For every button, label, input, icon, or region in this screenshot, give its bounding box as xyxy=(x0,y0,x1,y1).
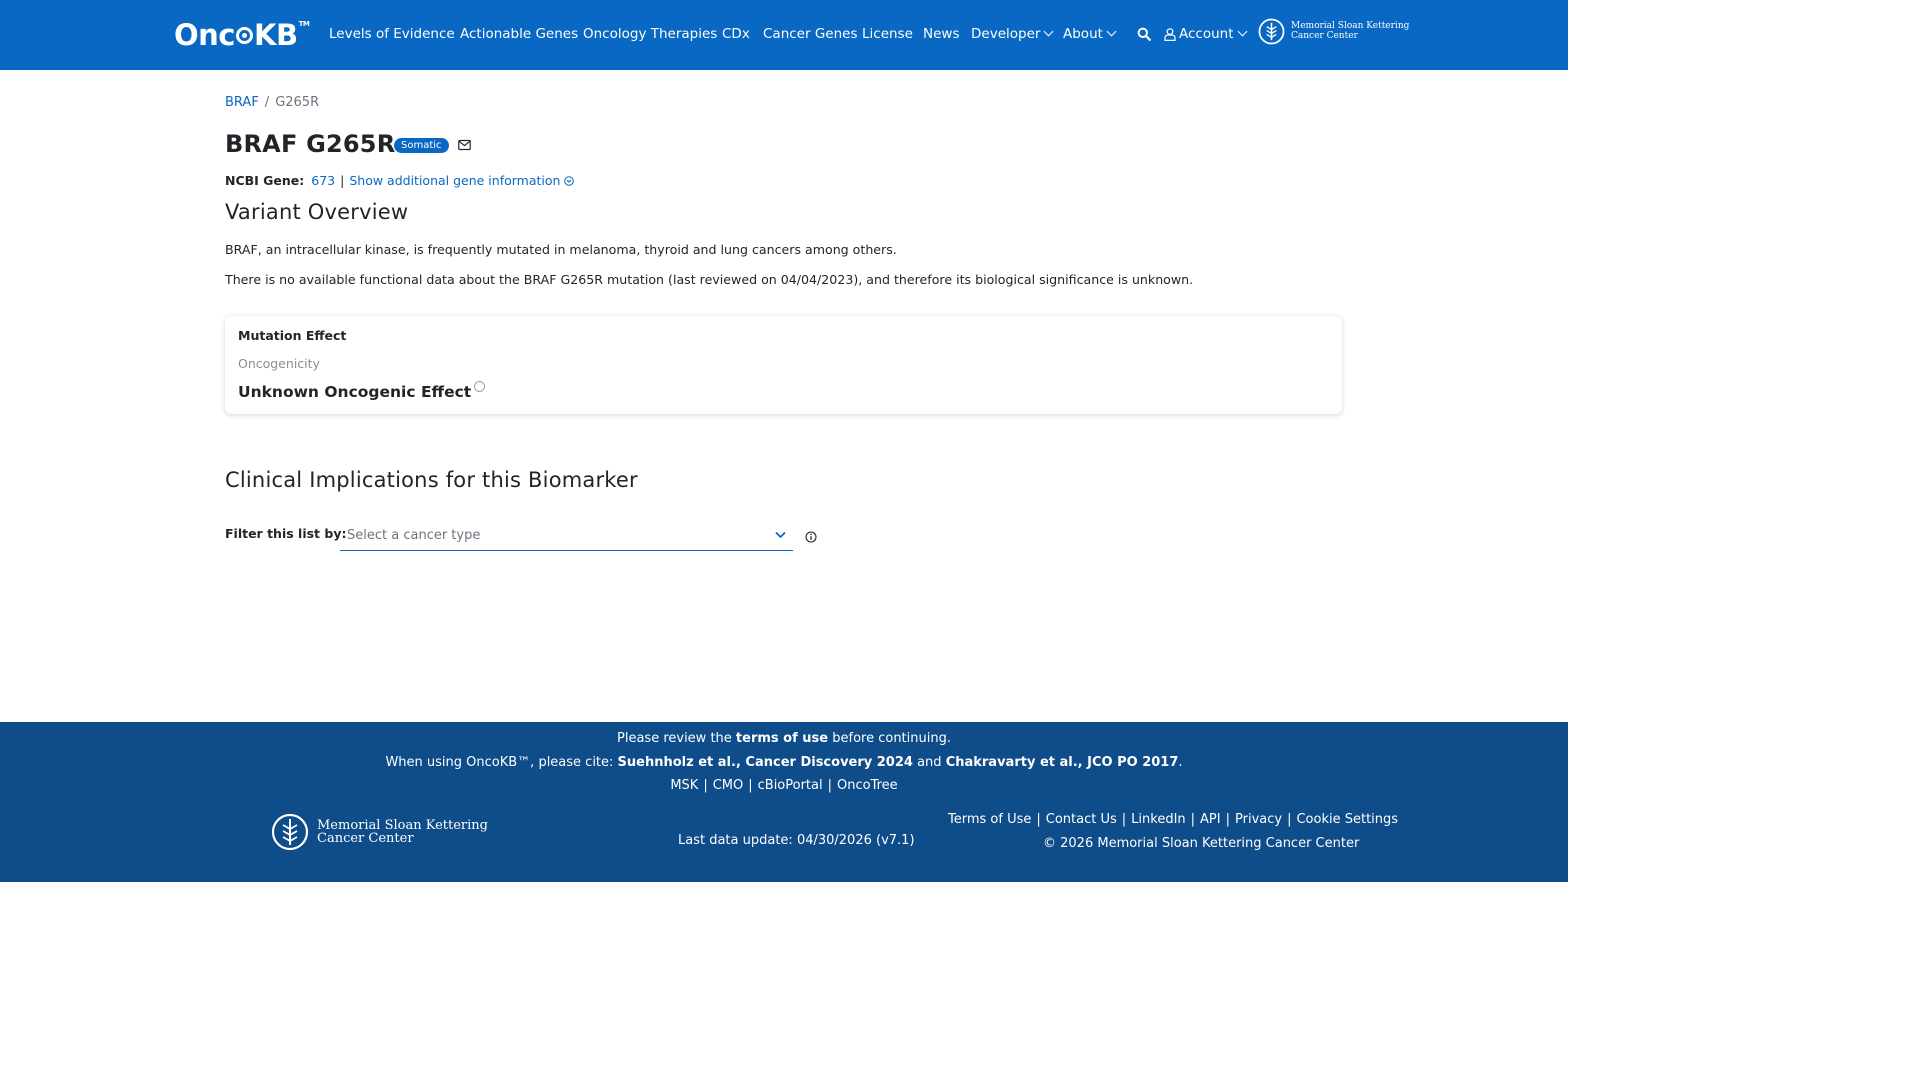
citation-pre: When using OncoKB™, please cite: xyxy=(385,755,618,770)
breadcrumb: BRAF / G265R xyxy=(225,95,319,110)
terms-notice-post: before continuing. xyxy=(828,731,951,746)
nav-levels-of-evidence[interactable]: Levels of Evidence xyxy=(329,25,455,43)
cancer-type-placeholder: Select a cancer type xyxy=(347,528,481,543)
citation-end: . xyxy=(1178,755,1183,770)
pipe-separator: | xyxy=(340,173,345,188)
logo-text-end: KB xyxy=(254,18,298,52)
filter-label: Filter this list by: xyxy=(225,526,347,541)
link-separator: | xyxy=(1287,812,1292,827)
msk-header-text: Memorial Sloan Kettering Cancer Center xyxy=(1291,21,1409,41)
chevron-down-icon xyxy=(1237,26,1247,37)
msk-footer-text: Memorial Sloan Kettering Cancer Center xyxy=(317,817,488,846)
clinical-implications-heading: Clinical Implications for this Biomarker xyxy=(225,468,638,492)
cancer-type-select[interactable]: Select a cancer type xyxy=(340,522,793,551)
link-separator: | xyxy=(703,778,708,793)
terms-notice: Please review the terms of use before co… xyxy=(0,731,1568,747)
search-icon[interactable] xyxy=(1137,27,1151,41)
overview-paragraph-2: There is no available functional data ab… xyxy=(225,272,1194,287)
citation-notice: When using OncoKB™, please cite: Suehnho… xyxy=(0,755,1568,771)
footer-privacy-link[interactable]: Privacy xyxy=(1235,812,1282,827)
link-separator: | xyxy=(1225,812,1230,827)
nav-about-dropdown[interactable]: About xyxy=(1063,25,1117,43)
breadcrumb-current: G265R xyxy=(275,95,320,110)
nav-oncology-therapies[interactable]: Oncology Therapies xyxy=(583,25,717,43)
msk-footer-line2: Cancer Center xyxy=(317,831,414,846)
msk-footer-line1: Memorial Sloan Kettering xyxy=(317,817,488,833)
nav-news[interactable]: News xyxy=(923,25,959,43)
breadcrumb-gene-link[interactable]: BRAF xyxy=(225,95,259,110)
nav-cdx[interactable]: CDx xyxy=(722,25,750,43)
oncogenicity-label: Oncogenicity xyxy=(238,356,320,371)
chevron-down-icon xyxy=(1043,26,1054,37)
copyright: © 2026 Memorial Sloan Kettering Cancer C… xyxy=(1043,836,1360,851)
footer-linkedin-link[interactable]: LinkedIn xyxy=(1131,812,1185,827)
footer-link-cbioportal[interactable]: cBioPortal xyxy=(758,778,823,793)
citation-and: and xyxy=(912,755,946,770)
footer: Please review the terms of use before co… xyxy=(0,722,1568,882)
msk-header-line2: Cancer Center xyxy=(1291,30,1358,41)
link-separator: | xyxy=(1121,812,1127,827)
nav-license[interactable]: License xyxy=(862,25,913,43)
nav-actionable-genes[interactable]: Actionable Genes xyxy=(460,25,578,43)
msk-footer-logo[interactable]: Memorial Sloan Kettering Cancer Center xyxy=(271,811,488,853)
breadcrumb-separator: / xyxy=(264,95,270,110)
oncogenicity-value-text: Unknown Oncogenic Effect xyxy=(238,383,472,401)
msk-header-logo[interactable]: Memorial Sloan Kettering Cancer Center xyxy=(1258,18,1409,45)
somatic-badge: Somatic xyxy=(394,138,449,153)
variant-overview-heading: Variant Overview xyxy=(225,200,409,224)
footer-contact-link[interactable]: Contact Us xyxy=(1046,812,1117,827)
link-separator: | xyxy=(827,778,832,793)
nav-account-label: Account xyxy=(1179,26,1234,42)
citation-link-1[interactable]: Suehnholz et al., Cancer Discovery 2024 xyxy=(618,755,913,770)
footer-cookie-settings-link[interactable]: Cookie Settings xyxy=(1296,812,1398,827)
mail-icon[interactable] xyxy=(458,139,471,151)
oncokb-logo[interactable]: Onc KB TM xyxy=(174,17,310,53)
oncogenicity-circle-icon xyxy=(474,381,486,392)
chevron-circle-down-icon xyxy=(564,176,575,186)
user-icon xyxy=(1164,28,1176,41)
footer-right-links: Terms of Use | Contact Us | LinkedIn | API | Pri… xyxy=(948,812,1398,827)
overview-paragraph-1: BRAF, an intracellular kinase, is freque… xyxy=(225,242,897,257)
link-separator: | xyxy=(748,778,753,793)
footer-api-link[interactable]: API xyxy=(1200,812,1221,827)
page-title: BRAF G265R xyxy=(225,130,396,158)
mutation-effect-title: Mutation Effect xyxy=(238,328,347,343)
ncbi-gene-label: NCBI Gene: xyxy=(225,173,305,188)
logo-text-start: Onc xyxy=(174,18,236,52)
top-navbar: Onc KB TM Levels of Evidence Actionable Ge… xyxy=(0,0,1568,70)
terms-of-use-link[interactable]: terms of use xyxy=(736,731,828,746)
link-separator: | xyxy=(1190,812,1196,827)
logo-target-icon xyxy=(236,26,253,44)
show-gene-info-label: Show additional gene information xyxy=(349,173,561,188)
footer-link-oncotree[interactable]: OncoTree xyxy=(837,778,898,793)
chevron-down-icon xyxy=(1106,26,1117,37)
logo-trademark: TM xyxy=(298,20,310,28)
msk-emblem-icon xyxy=(271,813,309,851)
terms-notice-pre: Please review the xyxy=(617,731,736,746)
nav-developer-label: Developer xyxy=(971,26,1041,42)
oncogenicity-value: Unknown Oncogenic Effect xyxy=(238,381,486,401)
nav-developer-dropdown[interactable]: Developer xyxy=(971,25,1054,43)
info-icon[interactable] xyxy=(805,531,817,543)
ncbi-gene-line: NCBI Gene: 673 | Show additional gene info… xyxy=(225,173,575,189)
chevron-down-icon xyxy=(775,531,786,539)
footer-terms-link[interactable]: Terms of Use xyxy=(948,812,1031,827)
footer-link-cmo[interactable]: CMO xyxy=(713,778,744,793)
msk-emblem-icon xyxy=(1258,18,1285,45)
mutation-effect-card: Mutation Effect Oncogenicity Unknown Onc… xyxy=(225,316,1342,414)
nav-account-dropdown[interactable]: Account xyxy=(1179,25,1247,43)
show-gene-info-link[interactable]: Show additional gene information xyxy=(349,173,575,188)
ncbi-gene-id-link[interactable]: 673 xyxy=(311,173,335,188)
nav-about-label: About xyxy=(1063,26,1103,42)
last-data-update: Last data update: 04/30/2026 (v7.1) xyxy=(678,833,915,848)
citation-link-2[interactable]: Chakravarty et al., JCO PO 2017 xyxy=(946,755,1179,770)
link-separator: | xyxy=(1036,812,1041,827)
external-links: MSK | CMO | cBioPortal | OncoTree xyxy=(0,778,1568,794)
footer-link-msk[interactable]: MSK xyxy=(670,778,698,793)
nav-cancer-genes[interactable]: Cancer Genes xyxy=(763,25,858,43)
